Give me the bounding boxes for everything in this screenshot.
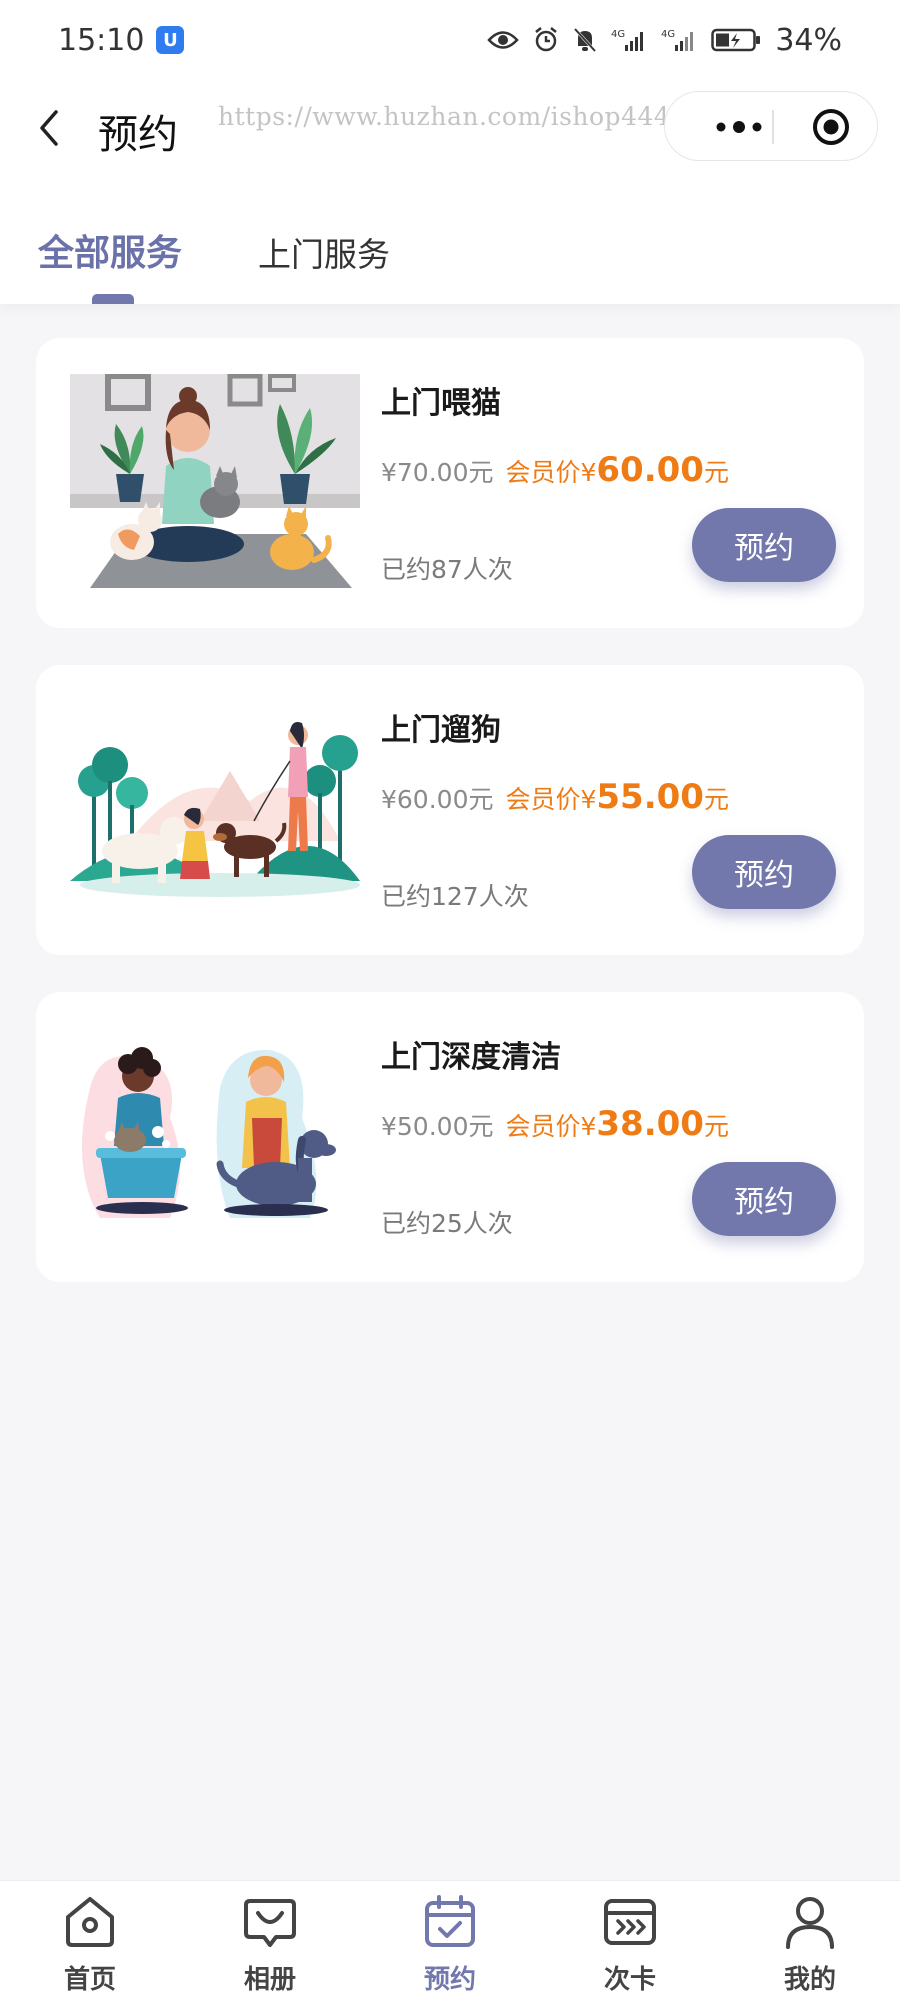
book-button[interactable]: 预约 <box>692 508 836 582</box>
card-icon <box>604 1899 656 1945</box>
booked-count: 已约87人次 <box>381 555 513 584</box>
page-title: 预约 <box>98 112 178 158</box>
tab-all-services[interactable]: 全部服务 <box>38 224 182 276</box>
service-card[interactable]: 上门遛狗 ¥60.00元 会员价¥ 55.00 元 已约127人次 预约 <box>36 665 864 955</box>
tab-home-services[interactable]: 上门服务 <box>258 228 390 276</box>
member-price-label: 会员价¥ <box>505 1112 597 1141</box>
service-card[interactable]: 上门深度清洁 ¥50.00元 会员价¥ 38.00 元 已约25人次 预约 <box>36 992 864 1282</box>
tabbar-label-card: 次卡 <box>603 1965 656 1995</box>
member-price: 55.00 <box>596 777 704 817</box>
battery-level: 34% <box>775 22 842 58</box>
member-price-unit: 元 <box>703 458 729 487</box>
tabbar-label-album: 相册 <box>243 1965 296 1995</box>
svg-text:4G: 4G <box>611 29 625 40</box>
price-line: ¥70.00元 会员价¥ 60.00 元 <box>381 450 729 490</box>
booked-count: 已约25人次 <box>381 1209 513 1238</box>
member-price: 60.00 <box>596 450 704 490</box>
member-price-label: 会员价¥ <box>505 458 597 487</box>
tabbar-item-mine[interactable]: 我的 <box>720 1881 900 2000</box>
miniprogram-capsule <box>664 91 878 161</box>
status-right: 4G 4G 34% <box>487 23 842 58</box>
member-price-unit: 元 <box>703 785 729 814</box>
status-time: 15:10 <box>58 22 145 58</box>
price-line: ¥60.00元 会员价¥ 55.00 元 <box>381 777 729 817</box>
service-tabs: 全部服务 上门服务 <box>0 176 900 304</box>
booked-count: 已约127人次 <box>381 882 529 911</box>
tabbar-label-booking: 预约 <box>423 1965 476 1995</box>
shield-app-icon: U <box>156 26 185 54</box>
user-icon <box>786 1897 834 1949</box>
alarm-icon <box>535 27 558 52</box>
album-icon <box>244 1899 296 1947</box>
original-price: ¥50.00元 <box>381 1112 494 1141</box>
member-price-unit: 元 <box>703 1112 729 1141</box>
service-card[interactable]: 上门喂猫 ¥70.00元 会员价¥ 60.00 元 已约87人次 预约 <box>36 338 864 628</box>
tabbar-item-booking[interactable]: 预约 <box>360 1881 540 2000</box>
original-price: ¥60.00元 <box>381 785 494 814</box>
capsule-divider <box>772 110 774 144</box>
bottom-tab-bar: 首页 相册 预约 次卡 我的 <box>0 1880 900 2000</box>
svg-text:4G: 4G <box>661 29 675 40</box>
book-button[interactable]: 预约 <box>692 1162 836 1236</box>
tabbar-label-mine: 我的 <box>783 1965 836 1995</box>
calendar-check-icon <box>425 1895 475 1947</box>
original-price: ¥70.00元 <box>381 458 494 487</box>
close-miniprogram-icon[interactable] <box>796 92 866 162</box>
tab-active-indicator <box>92 294 134 304</box>
price-line: ¥50.00元 会员价¥ 38.00 元 <box>381 1104 729 1144</box>
service-title: 上门喂猫 <box>381 386 501 421</box>
eye-icon <box>487 31 520 49</box>
tabbar-item-home[interactable]: 首页 <box>0 1881 180 2000</box>
member-price: 38.00 <box>596 1104 704 1144</box>
dog-walking-illustration <box>70 722 360 897</box>
bell-muted-icon <box>574 27 597 53</box>
status-bar: 15:10 U 4G 4G 34% <box>0 0 900 80</box>
tabbar-label-home: 首页 <box>63 1965 116 1995</box>
pet-grooming-illustration <box>82 1047 336 1218</box>
nav-header: 预约 https://www.huzhan.com/ishop44453 <box>0 80 900 176</box>
signal-4g-icon-2: 4G <box>661 29 694 51</box>
tabbar-item-card[interactable]: 次卡 <box>540 1881 720 2000</box>
back-icon[interactable] <box>32 104 68 152</box>
battery-charging-icon <box>711 28 761 52</box>
service-title: 上门深度清洁 <box>381 1040 561 1075</box>
status-left: 15:10 U <box>58 22 185 58</box>
signal-4g-icon-1: 4G <box>611 29 644 51</box>
tabbar-item-album[interactable]: 相册 <box>180 1881 360 2000</box>
service-title: 上门遛狗 <box>381 713 501 748</box>
book-button[interactable]: 预约 <box>692 835 836 909</box>
more-icon[interactable] <box>695 92 783 162</box>
member-price-label: 会员价¥ <box>505 785 597 814</box>
home-icon <box>66 1897 114 1947</box>
watermark-url: https://www.huzhan.com/ishop44453 <box>218 102 704 131</box>
cat-feeding-illustration <box>70 374 360 588</box>
